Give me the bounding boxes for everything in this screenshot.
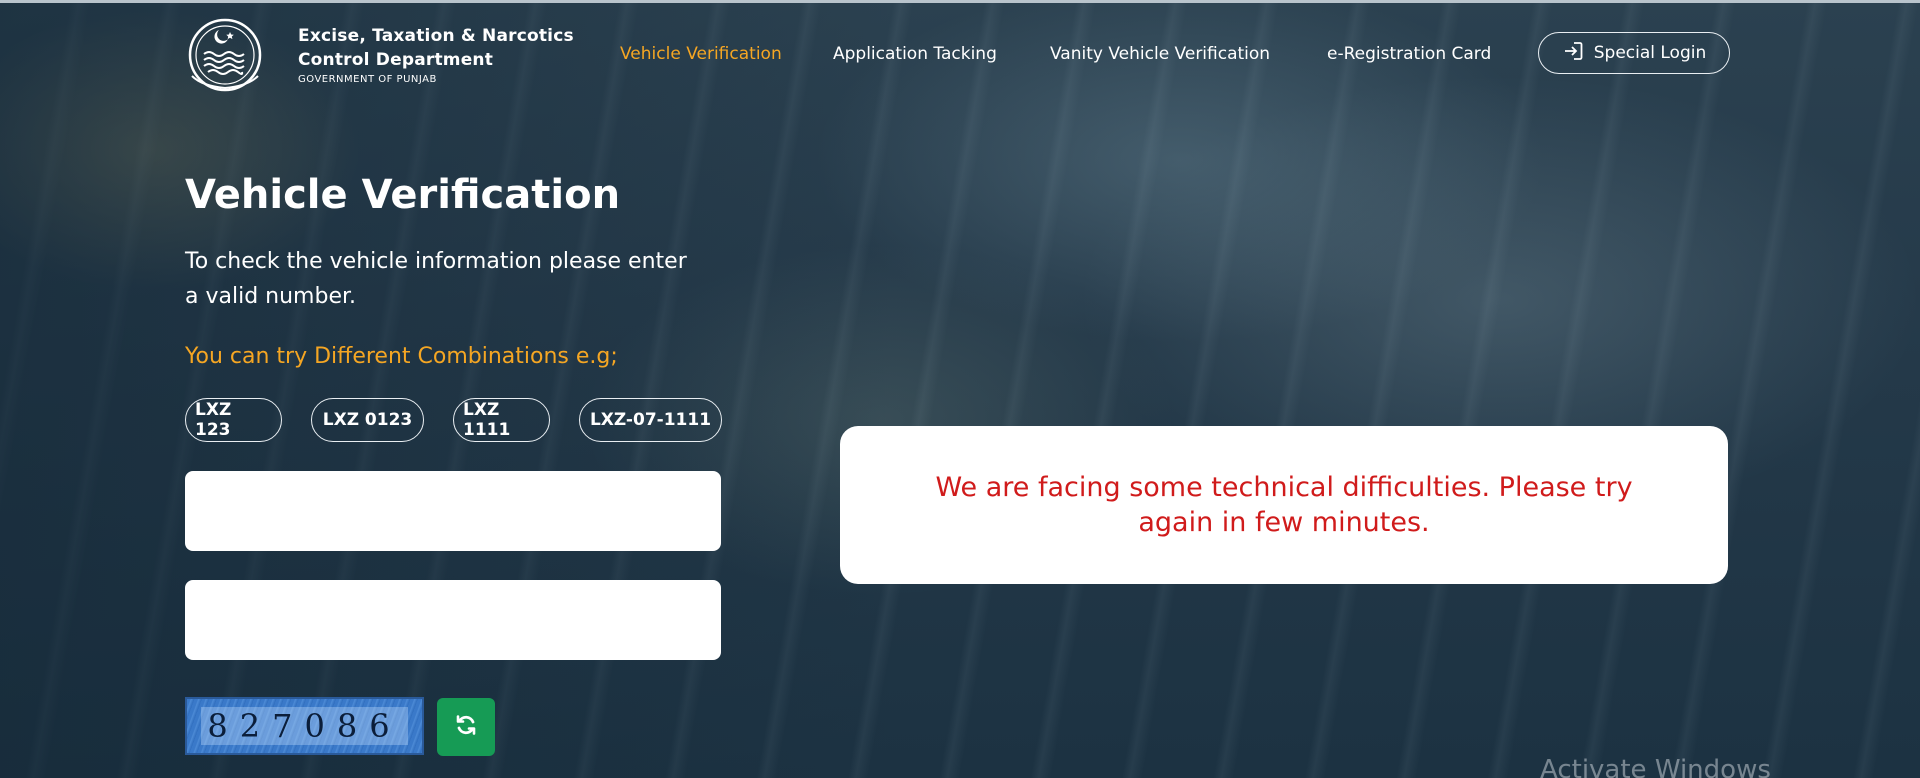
refresh-icon bbox=[454, 713, 478, 741]
example-chip[interactable]: LXZ 123 bbox=[185, 398, 282, 442]
background-shade bbox=[0, 0, 900, 778]
captcha-image: 827086 bbox=[185, 697, 424, 755]
combinations-hint: You can try Different Combinations e.g; bbox=[185, 344, 618, 369]
vehicle-number-input[interactable] bbox=[185, 471, 721, 551]
captcha-refresh-button[interactable] bbox=[437, 698, 495, 756]
special-login-button[interactable]: Special Login bbox=[1538, 32, 1730, 74]
brand-line1: Excise, Taxation & Narcotics bbox=[298, 26, 574, 46]
nav-e-registration-card[interactable]: e-Registration Card bbox=[1327, 44, 1491, 64]
error-card: We are facing some technical difficultie… bbox=[840, 426, 1728, 584]
captcha-input[interactable] bbox=[185, 580, 721, 660]
brand-line3: GOVERNMENT OF PUNJAB bbox=[298, 74, 437, 85]
nav-vanity-vehicle-verification[interactable]: Vanity Vehicle Verification bbox=[1050, 44, 1270, 64]
brand-block: Excise, Taxation & Narcotics Control Dep… bbox=[298, 24, 574, 85]
nav-application-tacking[interactable]: Application Tacking bbox=[833, 44, 997, 64]
page-description: To check the vehicle information please … bbox=[185, 249, 687, 309]
example-chip[interactable]: LXZ-07-1111 bbox=[579, 398, 722, 442]
captcha-text: 827086 bbox=[201, 707, 408, 745]
punjab-emblem-icon[interactable] bbox=[186, 16, 264, 94]
error-message: We are facing some technical difficultie… bbox=[935, 472, 1633, 538]
sign-in-icon bbox=[1562, 40, 1584, 67]
nav-vehicle-verification[interactable]: Vehicle Verification bbox=[620, 44, 782, 64]
example-chip[interactable]: LXZ 0123 bbox=[311, 398, 424, 442]
special-login-label: Special Login bbox=[1593, 43, 1707, 63]
page-title: Vehicle Verification bbox=[185, 172, 621, 218]
windows-activation-watermark: Activate Windows bbox=[1540, 755, 1771, 778]
top-border bbox=[0, 0, 1920, 3]
brand-line2: Control Department bbox=[298, 50, 494, 70]
example-chip[interactable]: LXZ 1111 bbox=[453, 398, 550, 442]
